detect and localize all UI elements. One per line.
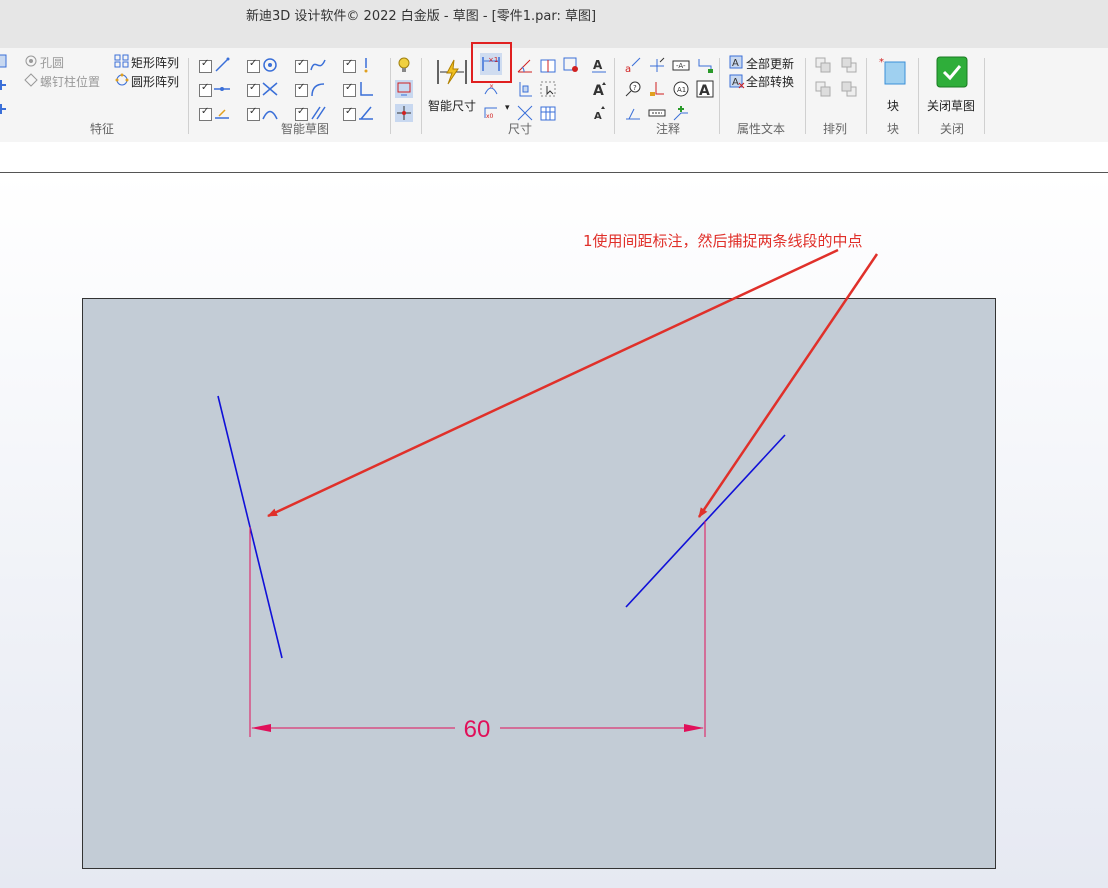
dimension-arrowhead-right: [684, 724, 704, 732]
annotation-arrow-right: [697, 253, 879, 518]
sketch-overlay: 60: [217, 248, 879, 743]
annotation-arrow-left: [267, 248, 839, 518]
dimension-arrowhead-left: [251, 724, 271, 732]
dimension-value[interactable]: 60: [464, 716, 491, 743]
instruction-annotation: 1使用间距标注，然后捕捉两条线段的中点: [583, 232, 863, 250]
